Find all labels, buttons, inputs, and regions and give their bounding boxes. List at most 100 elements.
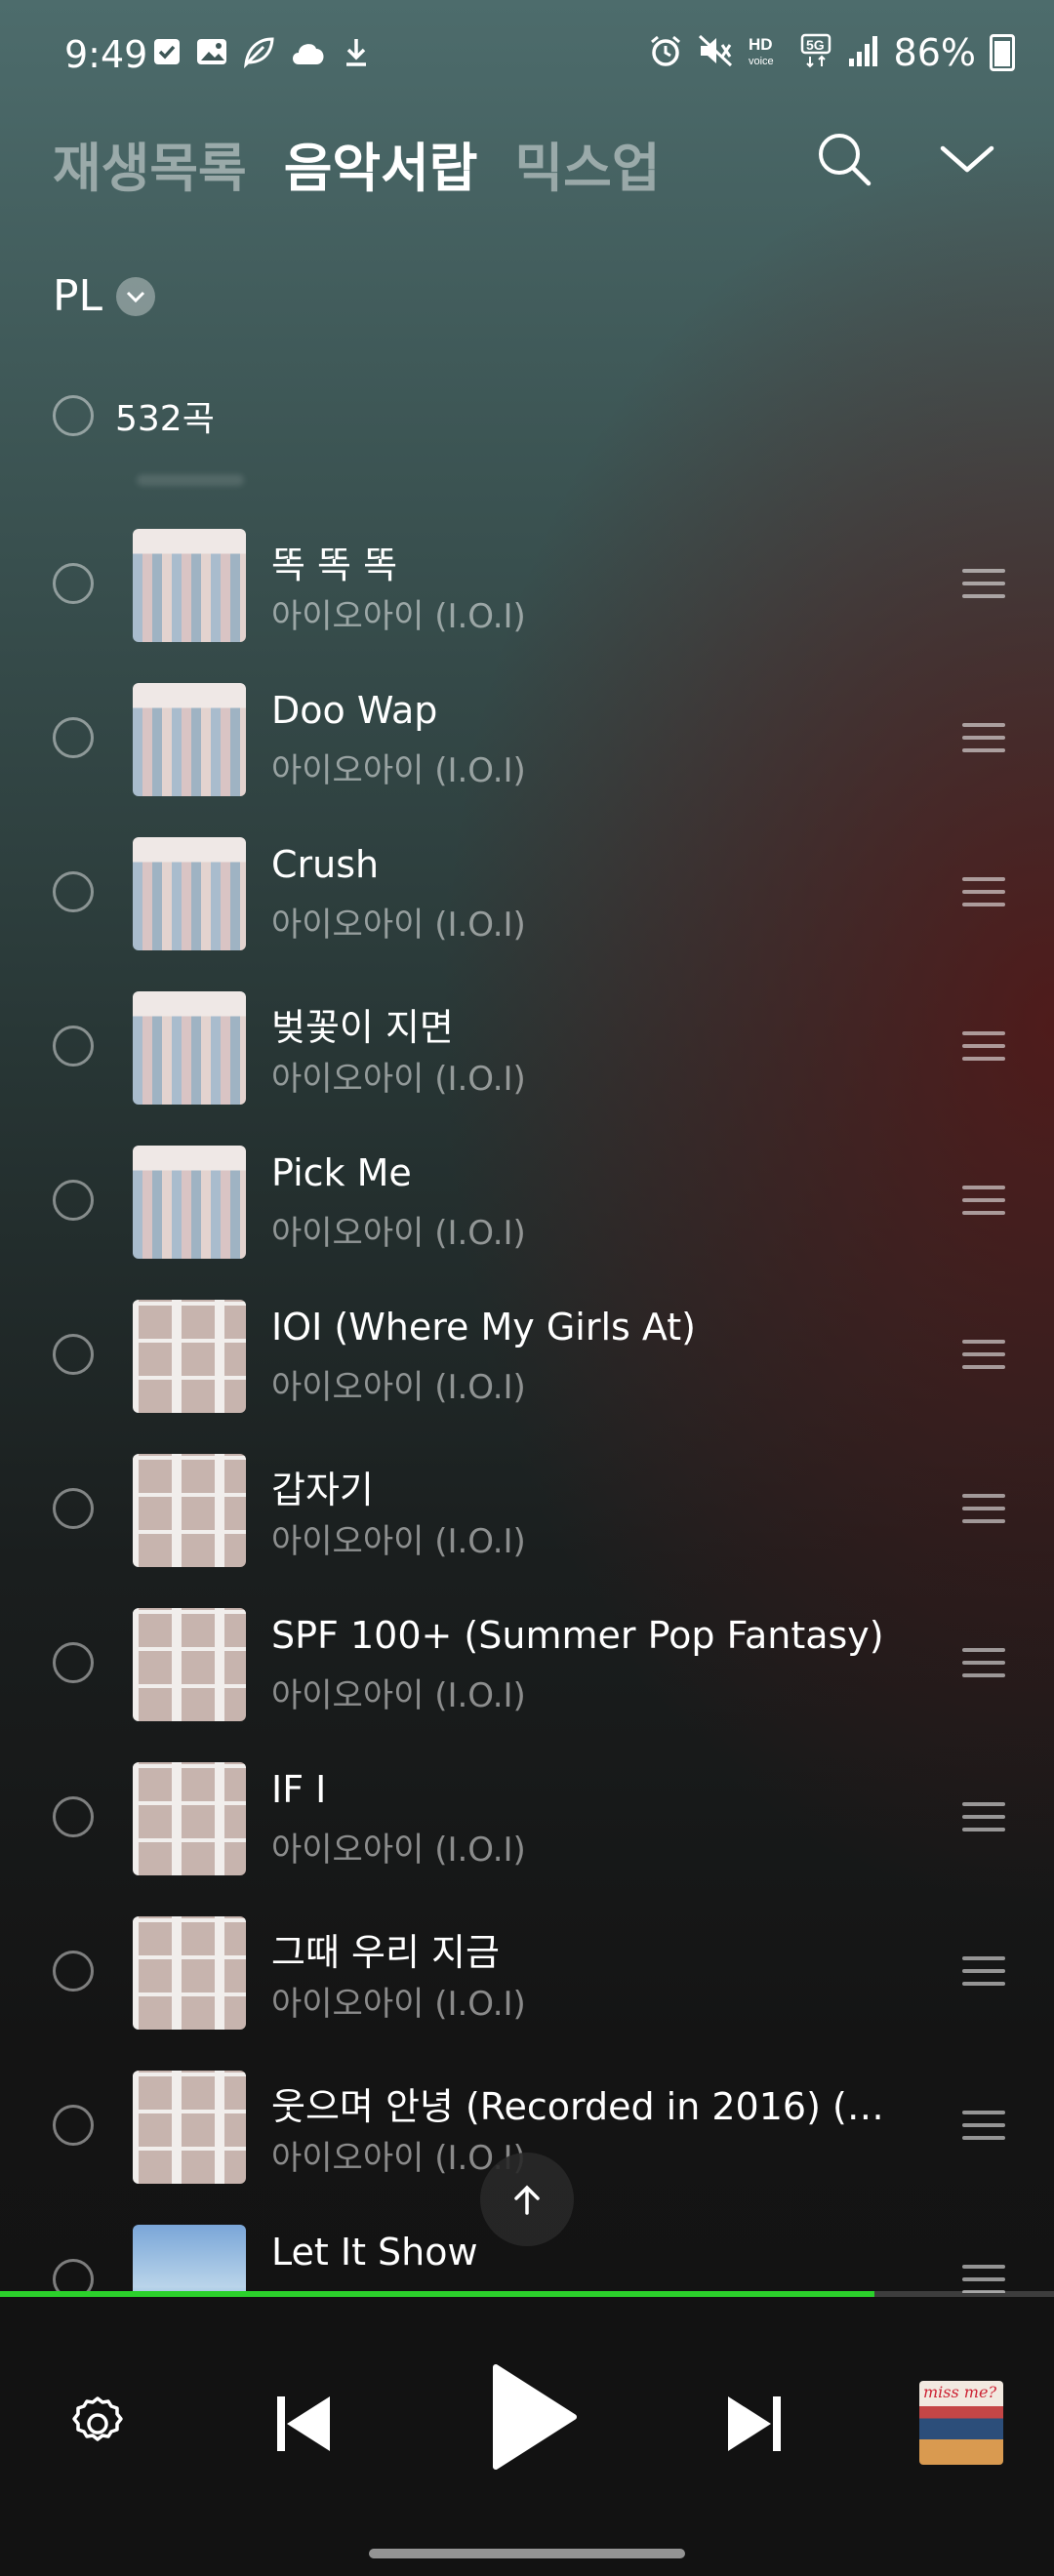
track-row[interactable]: 벚꽃이 지면 아이오아이 (I.O.I) xyxy=(0,970,1054,1124)
track-select-radio[interactable] xyxy=(53,1180,94,1221)
track-row[interactable]: SPF 100+ (Summer Pop Fantasy) 아이오아이 (I.O… xyxy=(0,1587,1054,1741)
track-artist: 아이오아이 (I.O.I) xyxy=(271,1214,526,1253)
track-artist: 아이오아이 (I.O.I) xyxy=(271,1676,526,1715)
album-thumbnail xyxy=(133,1300,246,1413)
status-time: 9:49 xyxy=(64,33,148,76)
drag-handle-icon[interactable] xyxy=(962,2111,1005,2142)
playlist-name: PL xyxy=(53,271,103,321)
drag-handle-icon[interactable] xyxy=(962,1648,1005,1679)
player-bar: miss me? xyxy=(0,2297,1054,2576)
track-select-radio[interactable] xyxy=(53,2259,94,2293)
drag-handle-icon[interactable] xyxy=(962,1186,1005,1217)
album-art-text: miss me? xyxy=(923,2383,997,2401)
playlist-selector[interactable]: PL xyxy=(53,271,156,321)
track-row[interactable]: 그때 우리 지금 아이오아이 (I.O.I) xyxy=(0,1895,1054,2049)
svg-text:voice: voice xyxy=(749,56,774,67)
track-row[interactable]: Doo Wap 아이오아이 (I.O.I) xyxy=(0,662,1054,816)
track-select-radio[interactable] xyxy=(53,1026,94,1067)
album-thumbnail xyxy=(133,837,246,950)
drag-handle-icon[interactable] xyxy=(962,1494,1005,1525)
track-select-radio[interactable] xyxy=(53,2105,94,2146)
track-artist: 아이오아이 (I.O.I) xyxy=(271,597,526,636)
album-thumbnail xyxy=(133,2071,246,2184)
track-select-radio[interactable] xyxy=(53,1488,94,1529)
alarm-icon xyxy=(648,33,683,72)
track-artist: 아이오아이 (I.O.I) xyxy=(271,906,526,945)
scroll-to-top-button[interactable] xyxy=(480,2153,574,2246)
tab-music-drawer[interactable]: 음악서랍 xyxy=(284,125,478,202)
previous-icon[interactable] xyxy=(275,2393,334,2459)
track-artist: 아이오아이 (I.O.I) xyxy=(271,1060,526,1099)
drag-handle-icon[interactable] xyxy=(962,877,1005,908)
track-select-radio[interactable] xyxy=(53,563,94,604)
select-all-radio[interactable] xyxy=(53,395,94,436)
chevron-down-icon xyxy=(116,276,156,316)
track-list: 똑 똑 똑 아이오아이 (I.O.I) Doo Wap 아이오아이 (I.O.I… xyxy=(0,507,1054,2293)
leaf-icon xyxy=(242,35,275,72)
track-select-radio[interactable] xyxy=(53,1334,94,1375)
album-thumbnail xyxy=(133,2225,246,2293)
drag-handle-icon[interactable] xyxy=(962,569,1005,600)
album-thumbnail xyxy=(133,1762,246,1875)
tab-mixup[interactable]: 믹스업 xyxy=(514,125,660,202)
album-thumbnail xyxy=(133,1146,246,1259)
track-row[interactable]: 똑 똑 똑 아이오아이 (I.O.I) xyxy=(0,507,1054,662)
track-artist: 아이오아이 (I.O.I) xyxy=(271,1985,526,2024)
album-thumbnail xyxy=(133,529,246,642)
svg-text:HD: HD xyxy=(749,35,773,54)
track-select-radio[interactable] xyxy=(53,871,94,912)
settings-icon[interactable] xyxy=(66,2393,129,2459)
now-playing-album-art[interactable]: miss me? xyxy=(919,2381,1003,2465)
track-row[interactable]: IOI (Where My Girls At) 아이오아이 (I.O.I) xyxy=(0,1278,1054,1432)
track-artist: 아이오아이 (I.O.I) xyxy=(271,1522,526,1561)
track-row[interactable]: Crush 아이오아이 (I.O.I) xyxy=(0,816,1054,970)
track-select-radio[interactable] xyxy=(53,717,94,758)
drag-handle-icon[interactable] xyxy=(962,1802,1005,1833)
tab-playlist[interactable]: 재생목록 xyxy=(53,125,247,202)
track-artist: 아이오아이 (I.O.I) xyxy=(271,1368,526,1407)
track-title: 그때 우리 지금 xyxy=(271,1931,500,1974)
mute-icon xyxy=(697,33,734,72)
track-row[interactable]: Pick Me 아이오아이 (I.O.I) xyxy=(0,1124,1054,1278)
svg-text:5G: 5G xyxy=(806,37,825,53)
search-icon[interactable] xyxy=(812,127,876,191)
cloud-icon xyxy=(289,35,328,72)
track-title: 웃으며 안녕 (Recorded in 2016) (Pro... xyxy=(271,2085,896,2128)
track-title: 똑 똑 똑 xyxy=(271,543,398,586)
track-row[interactable]: 갑자기 아이오아이 (I.O.I) xyxy=(0,1432,1054,1587)
album-thumbnail xyxy=(133,991,246,1105)
track-row[interactable]: IF I 아이오아이 (I.O.I) xyxy=(0,1741,1054,1895)
drag-handle-icon[interactable] xyxy=(962,723,1005,754)
track-title: IF I xyxy=(271,1768,327,1811)
track-title: Pick Me xyxy=(271,1151,412,1194)
notification-icons xyxy=(152,35,371,72)
track-title: SPF 100+ (Summer Pop Fantasy) xyxy=(271,1614,884,1657)
track-title: 벚꽃이 지면 xyxy=(271,1006,454,1049)
drag-handle-icon[interactable] xyxy=(962,2265,1005,2293)
track-title: IOI (Where My Girls At) xyxy=(271,1306,696,1348)
next-icon[interactable] xyxy=(724,2393,783,2459)
track-title: 갑자기 xyxy=(271,1469,374,1511)
system-icons: HD voice 5G 86% xyxy=(648,31,1015,74)
play-icon[interactable] xyxy=(490,2363,578,2475)
track-artist: 아이오아이 (I.O.I) xyxy=(271,751,526,790)
home-indicator[interactable] xyxy=(369,2549,685,2558)
track-select-radio[interactable] xyxy=(53,1951,94,1992)
album-thumbnail xyxy=(133,683,246,796)
track-count: 532곡 xyxy=(115,399,215,439)
chevron-down-icon[interactable] xyxy=(935,127,999,191)
track-select-radio[interactable] xyxy=(53,1796,94,1837)
checkbox-icon xyxy=(152,35,182,72)
5g-icon: 5G xyxy=(800,33,833,72)
album-thumbnail xyxy=(133,1916,246,2030)
faded-divider xyxy=(137,474,244,486)
drag-handle-icon[interactable] xyxy=(962,1031,1005,1063)
hd-voice-icon: HD voice xyxy=(748,33,787,72)
drag-handle-icon[interactable] xyxy=(962,1956,1005,1988)
track-select-radio[interactable] xyxy=(53,1642,94,1683)
track-title: Doo Wap xyxy=(271,689,438,732)
battery-percent: 86% xyxy=(893,31,976,74)
select-all-row[interactable]: 532곡 xyxy=(53,390,215,441)
track-artist: 아이오아이 (I.O.I) xyxy=(271,1831,526,1870)
drag-handle-icon[interactable] xyxy=(962,1340,1005,1371)
